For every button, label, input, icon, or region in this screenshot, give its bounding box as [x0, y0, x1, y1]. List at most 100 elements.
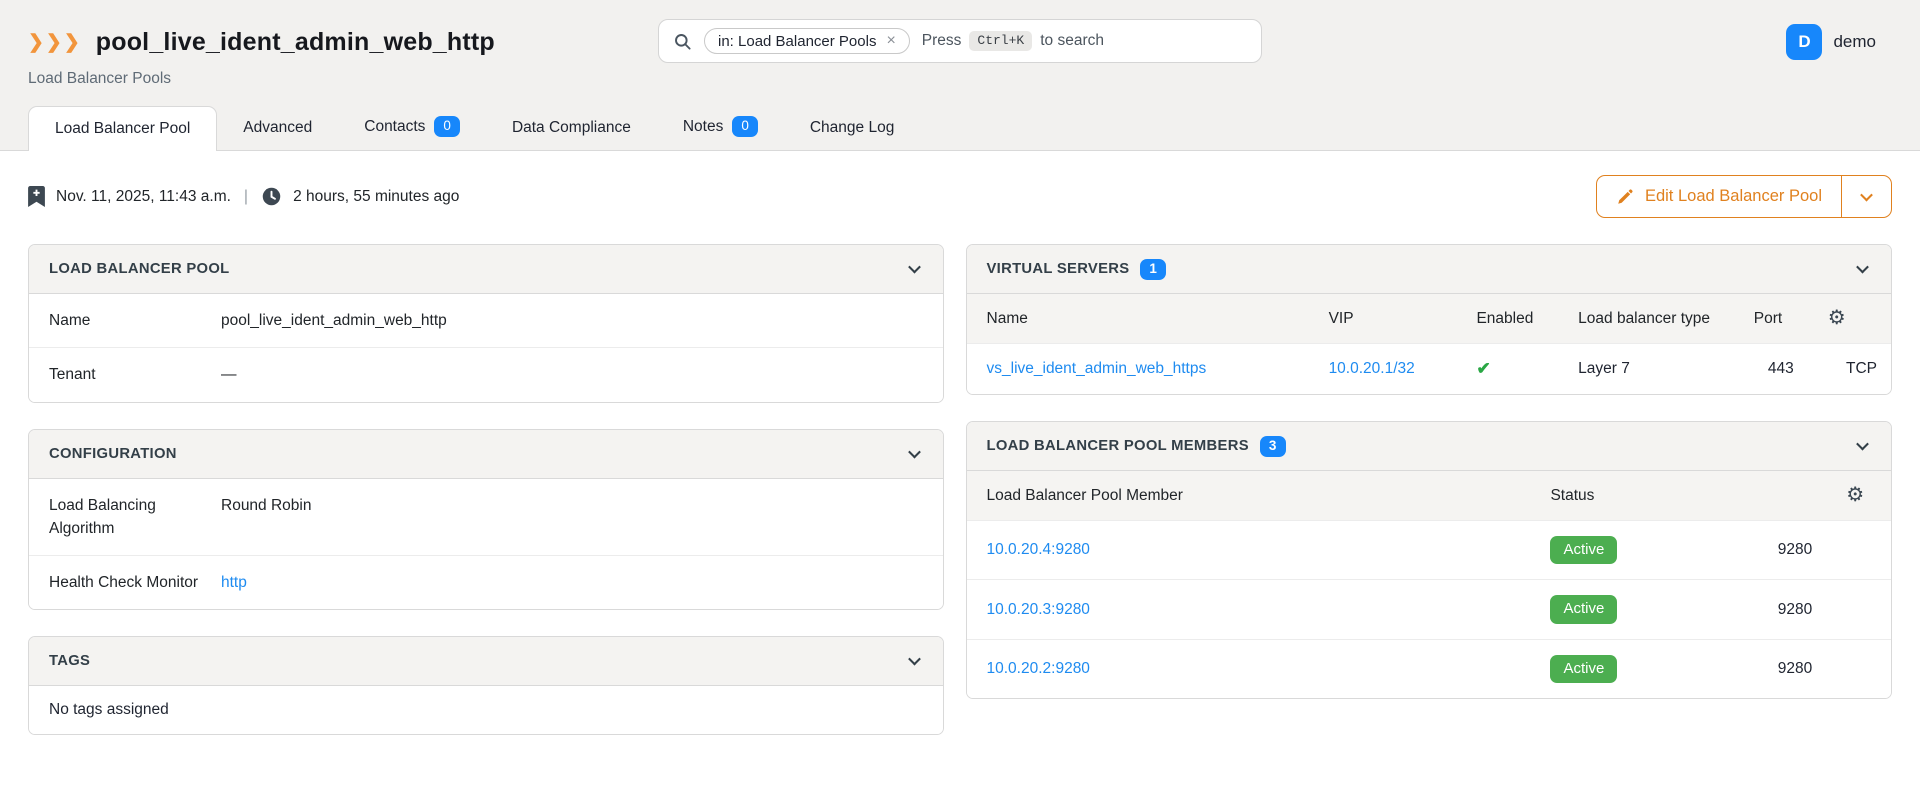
pool-member-row: 10.0.20.2:9280 Active 9280: [967, 639, 1891, 698]
field-row-algorithm: Load Balancing Algorithm Round Robin: [29, 479, 943, 557]
tab-label: Load Balancer Pool: [55, 120, 190, 138]
search-filter-chip-label: in: Load Balancer Pools: [718, 33, 876, 50]
field-label: Health Check Monitor: [49, 571, 221, 594]
load-balancer-pool-panel: LOAD BALANCER POOL Name pool_live_ident_…: [28, 244, 944, 403]
page-header: ❯❯❯ pool_live_ident_admin_web_http in: L…: [0, 0, 1920, 151]
tab-load-balancer-pool[interactable]: Load Balancer Pool: [28, 106, 217, 151]
field-label: Name: [49, 309, 221, 332]
pencil-icon: [1616, 188, 1634, 206]
port-cell: 443: [1734, 344, 1808, 395]
tags-panel: TAGS No tags assigned: [28, 636, 944, 735]
no-tags-text: No tags assigned: [49, 701, 169, 719]
created-timestamp: Nov. 11, 2025, 11:43 a.m.: [56, 188, 231, 206]
meta-divider: |: [244, 188, 248, 206]
notes-count-badge: 0: [732, 116, 758, 137]
meta-row: Nov. 11, 2025, 11:43 a.m. | 2 hours, 55 …: [28, 175, 1892, 218]
field-label: Tenant: [49, 363, 221, 386]
panel-title: VIRTUAL SERVERS: [987, 261, 1130, 277]
panel-title: TAGS: [49, 653, 90, 669]
updated-clock-icon: [261, 186, 282, 207]
virtual-servers-table: Name VIP Enabled Load balancer type Port…: [967, 294, 1891, 394]
search-icon: [673, 32, 692, 51]
panel-title: LOAD BALANCER POOL MEMBERS: [987, 438, 1249, 454]
field-value: pool_live_ident_admin_web_http: [221, 309, 923, 332]
username-label: demo: [1833, 32, 1876, 52]
collapse-panel-button[interactable]: [906, 443, 923, 465]
avatar: D: [1786, 24, 1822, 60]
edit-load-balancer-pool-button[interactable]: Edit Load Balancer Pool: [1597, 176, 1841, 217]
tab-change-log[interactable]: Change Log: [784, 106, 920, 150]
ctrl-k-shortcut-badge: Ctrl+K: [969, 31, 1032, 51]
virtual-server-link[interactable]: vs_live_ident_admin_web_https: [987, 360, 1207, 377]
enabled-check-icon: ✔: [1476, 359, 1490, 378]
pool-member-row: 10.0.20.3:9280 Active 9280: [967, 580, 1891, 639]
status-badge: Active: [1550, 595, 1617, 623]
pool-members-count-badge: 3: [1260, 436, 1286, 457]
tab-label: Change Log: [810, 119, 894, 137]
edit-button-group: Edit Load Balancer Pool: [1596, 175, 1892, 218]
protocol-cell: TCP: [1808, 344, 1891, 395]
global-search-input[interactable]: in: Load Balancer Pools × Press Ctrl+K t…: [658, 19, 1262, 63]
left-column: LOAD BALANCER POOL Name pool_live_ident_…: [28, 244, 944, 761]
collapse-panel-button[interactable]: [906, 258, 923, 280]
status-badge: Active: [1550, 655, 1617, 683]
tab-contacts[interactable]: Contacts 0: [338, 103, 486, 150]
member-port-cell: 9280: [1725, 639, 1827, 698]
edit-button-label: Edit Load Balancer Pool: [1645, 187, 1822, 206]
column-header-vip: VIP: [1309, 294, 1457, 344]
created-bookmark-icon: [28, 186, 45, 207]
field-row-tenant: Tenant —: [29, 348, 943, 401]
breadcrumb[interactable]: Load Balancer Pools: [28, 70, 1892, 88]
table-config-gear-icon[interactable]: ⚙: [1828, 307, 1846, 329]
chevron-down-icon: [1860, 189, 1873, 202]
tab-label: Contacts: [364, 118, 425, 136]
tab-label: Notes: [683, 118, 724, 136]
column-header-name: Name: [967, 294, 1309, 344]
page-title: pool_live_ident_admin_web_http: [96, 28, 495, 57]
pool-members-table: Load Balancer Pool Member Status ⚙ 10.0.…: [967, 471, 1891, 698]
field-row-health-check-monitor: Health Check Monitor http: [29, 556, 943, 609]
column-header-port: Port: [1734, 294, 1808, 344]
search-suffix-text: to search: [1040, 32, 1104, 50]
tab-data-compliance[interactable]: Data Compliance: [486, 106, 657, 150]
vip-link[interactable]: 10.0.20.1/32: [1329, 360, 1415, 377]
field-row-name: Name pool_live_ident_admin_web_http: [29, 294, 943, 348]
pool-member-link[interactable]: 10.0.20.3:9280: [987, 601, 1090, 618]
collapse-panel-button[interactable]: [1854, 435, 1871, 457]
search-filter-chip[interactable]: in: Load Balancer Pools ×: [704, 28, 910, 54]
member-port-cell: 9280: [1725, 580, 1827, 639]
chevron-down-icon: [908, 653, 921, 666]
remove-filter-icon[interactable]: ×: [886, 32, 895, 50]
virtual-servers-count-badge: 1: [1140, 259, 1166, 280]
health-check-monitor-link[interactable]: http: [221, 574, 247, 591]
nautobot-logo-icon[interactable]: ❯❯❯: [28, 31, 82, 54]
pool-member-link[interactable]: 10.0.20.2:9280: [987, 660, 1090, 677]
pool-member-link[interactable]: 10.0.20.4:9280: [987, 541, 1090, 558]
updated-relative-time: 2 hours, 55 minutes ago: [293, 188, 459, 206]
tab-label: Advanced: [243, 119, 312, 137]
member-port-cell: 9280: [1725, 521, 1827, 580]
status-badge: Active: [1550, 536, 1617, 564]
chevron-down-icon: [1856, 261, 1869, 274]
pool-members-panel: LOAD BALANCER POOL MEMBERS 3 Load Balanc…: [966, 421, 1892, 699]
right-column: VIRTUAL SERVERS 1 Name VIP Enabled Load …: [966, 244, 1892, 725]
tab-notes[interactable]: Notes 0: [657, 103, 784, 150]
tags-empty-row: No tags assigned: [29, 686, 943, 734]
collapse-panel-button[interactable]: [1854, 258, 1871, 280]
table-config-gear-icon[interactable]: ⚙: [1846, 484, 1864, 506]
chevron-down-icon: [908, 261, 921, 274]
tab-bar: Load Balancer Pool Advanced Contacts 0 D…: [28, 103, 1892, 150]
tab-advanced[interactable]: Advanced: [217, 106, 338, 150]
collapse-panel-button[interactable]: [906, 650, 923, 672]
edit-dropdown-button[interactable]: [1841, 176, 1891, 217]
column-header-member: Load Balancer Pool Member: [967, 471, 1531, 521]
chevron-down-icon: [1856, 438, 1869, 451]
user-menu[interactable]: D demo: [1786, 24, 1876, 60]
panel-title: CONFIGURATION: [49, 446, 177, 462]
chevron-down-icon: [908, 445, 921, 458]
field-label: Load Balancing Algorithm: [49, 494, 221, 541]
search-press-text: Press: [922, 32, 962, 50]
contacts-count-badge: 0: [434, 116, 460, 137]
column-header-status: Status: [1530, 471, 1724, 521]
configuration-panel: CONFIGURATION Load Balancing Algorithm R…: [28, 429, 944, 611]
